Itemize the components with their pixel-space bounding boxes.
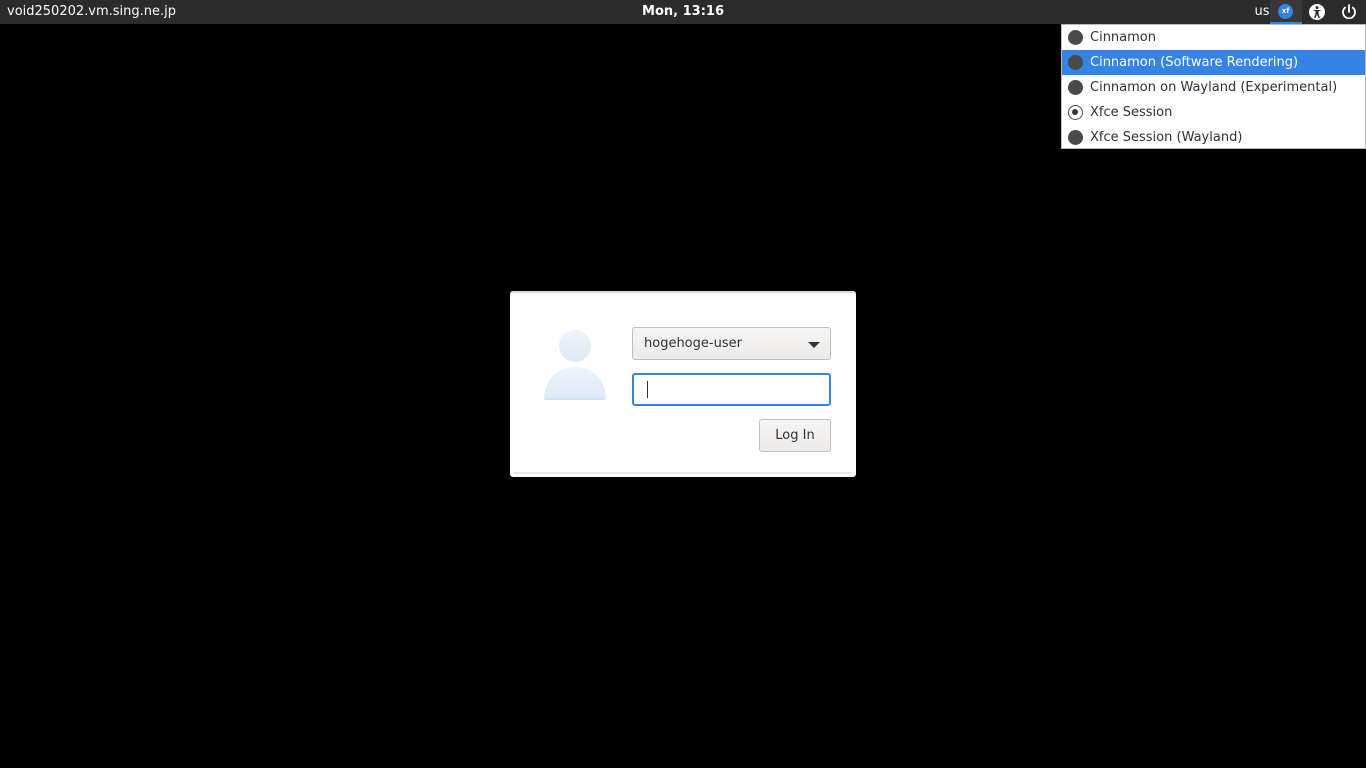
session-menu: Cinnamon Cinnamon (Software Rendering) C… bbox=[1061, 24, 1366, 149]
session-item-label: Xfce Session bbox=[1090, 105, 1173, 120]
login-button[interactable]: Log In bbox=[759, 419, 831, 452]
radio-checked-icon bbox=[1068, 105, 1083, 120]
power-icon[interactable] bbox=[1340, 3, 1358, 21]
top-panel: void250202.vm.sing.ne.jp Mon, 13:16 us x… bbox=[0, 0, 1366, 24]
session-item-label: Cinnamon bbox=[1090, 30, 1156, 45]
radio-icon bbox=[1068, 80, 1083, 95]
session-item-label: Cinnamon on Wayland (Experimental) bbox=[1090, 80, 1338, 95]
radio-icon bbox=[1068, 30, 1083, 45]
session-item-cinnamon[interactable]: Cinnamon bbox=[1062, 25, 1365, 50]
text-caret bbox=[647, 381, 648, 398]
password-input[interactable] bbox=[632, 373, 831, 406]
user-select[interactable]: hogehoge-user bbox=[632, 327, 831, 360]
clock-label[interactable]: Mon, 13:16 bbox=[642, 4, 724, 19]
user-select-value: hogehoge-user bbox=[644, 336, 742, 351]
clock-container: Mon, 13:16 bbox=[0, 4, 1366, 19]
session-item-cinnamon-wayland[interactable]: Cinnamon on Wayland (Experimental) bbox=[1062, 75, 1365, 100]
keyboard-layout-indicator[interactable]: us bbox=[1254, 4, 1270, 19]
xfce-icon: xf bbox=[1278, 4, 1293, 19]
session-item-cinnamon-software-rendering[interactable]: Cinnamon (Software Rendering) bbox=[1062, 50, 1365, 75]
login-card: hogehoge-user Log In bbox=[510, 291, 856, 477]
accessibility-icon[interactable] bbox=[1308, 3, 1326, 21]
user-avatar-icon bbox=[544, 329, 606, 401]
radio-icon bbox=[1068, 55, 1083, 70]
session-item-xfce[interactable]: Xfce Session bbox=[1062, 100, 1365, 125]
session-item-xfce-wayland[interactable]: Xfce Session (Wayland) bbox=[1062, 125, 1365, 150]
session-item-label: Xfce Session (Wayland) bbox=[1090, 130, 1243, 145]
card-divider bbox=[514, 472, 852, 474]
chevron-down-icon bbox=[808, 342, 820, 348]
session-indicator[interactable]: xf bbox=[1270, 0, 1302, 24]
hostname-label: void250202.vm.sing.ne.jp bbox=[7, 4, 176, 19]
radio-icon bbox=[1068, 130, 1083, 145]
session-item-label: Cinnamon (Software Rendering) bbox=[1090, 55, 1299, 70]
